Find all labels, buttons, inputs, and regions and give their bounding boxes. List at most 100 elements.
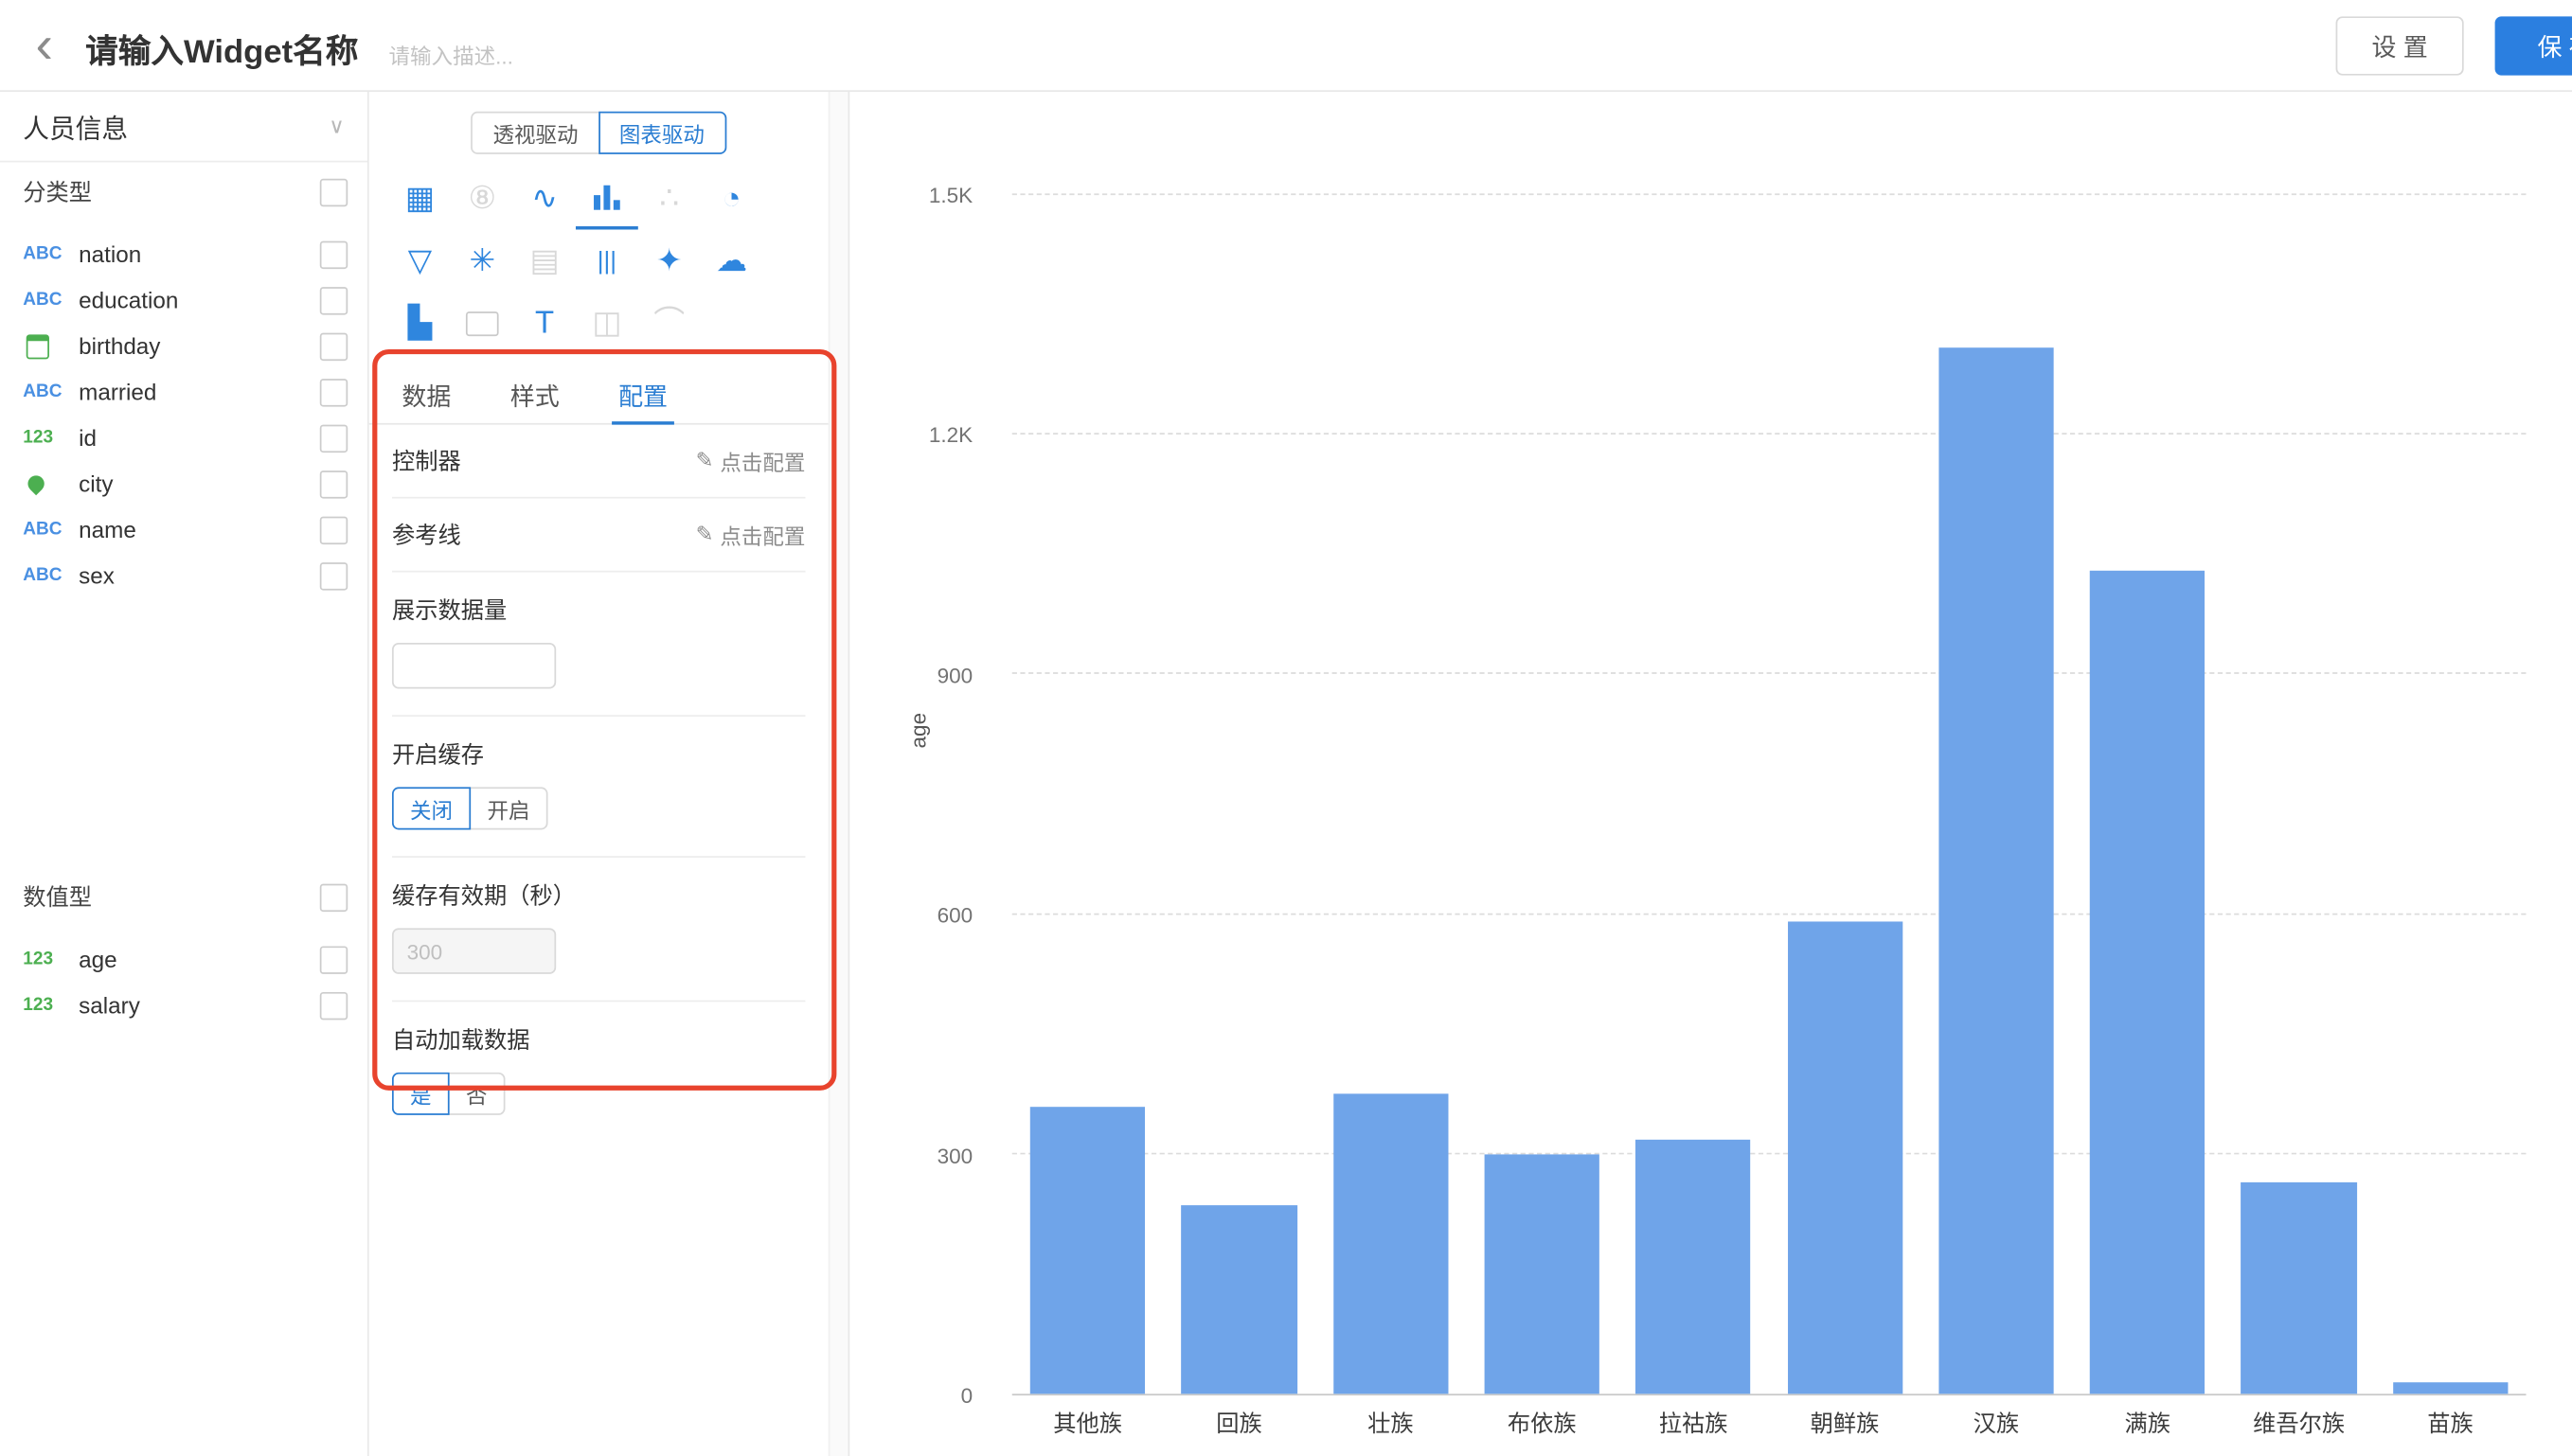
x-tick-label: 壮族 [1314, 1407, 1466, 1440]
richtext-icon[interactable]: T [513, 292, 576, 354]
controller-configure-link[interactable]: ✎ 点击配置 [696, 445, 806, 476]
field-checkbox[interactable] [320, 470, 348, 497]
tab-data[interactable]: 数据 [402, 367, 451, 423]
bar-布依族[interactable] [1466, 195, 1617, 1394]
widget-name-input[interactable]: 请输入Widget名称 [85, 25, 358, 72]
bar-其他族[interactable] [1012, 195, 1164, 1394]
sidebar-field-education[interactable]: ABCeducation [0, 277, 367, 323]
bar-rect [1485, 1154, 1599, 1394]
settings-button[interactable]: 设 置 [2336, 16, 2464, 75]
field-name: birthday [79, 333, 160, 360]
bar-朝鲜族[interactable] [1769, 195, 1920, 1394]
config-panel: 透视驱动图表驱动 ▦⑧∿ ∴◔ ▽✳▤|||✦ ☁ ▙ T◫⌒ 数据 样式 配置 控制器 ✎ … [369, 90, 829, 1456]
controller-action-label: 点击配置 [720, 445, 805, 476]
edit-icon: ✎ [696, 448, 714, 474]
radar-chart-icon[interactable]: ✳ [451, 229, 513, 292]
y-tick-label: 300 [938, 1143, 973, 1167]
speedometer-icon[interactable]: ⌒ [638, 292, 701, 354]
treemap-icon[interactable]: ▤ [513, 229, 576, 292]
field-type: ABC [23, 244, 79, 264]
sidebar-field-age[interactable]: 123age [0, 936, 367, 983]
bar-拉祜族[interactable] [1617, 195, 1769, 1394]
sidebar-field-sex[interactable]: ABCsex [0, 553, 367, 598]
bar-rect [1787, 922, 1902, 1394]
iframe-icon[interactable] [451, 292, 513, 354]
widget-description-input[interactable]: 请输入描述... [389, 40, 513, 71]
bar-rect [1182, 1206, 1296, 1394]
sidebar-field-birthday[interactable]: birthday [0, 323, 367, 368]
save-button[interactable]: 保 存 [2495, 16, 2572, 75]
field-checkbox[interactable] [320, 991, 348, 1019]
cache-toggle: 关闭开启 [392, 787, 805, 829]
display-count-block: 展示数据量 [392, 573, 805, 717]
sidebar-section: 数值型123age123salary [0, 867, 367, 1028]
pie-chart-icon[interactable]: ◔ [701, 168, 763, 230]
controller-row: 控制器 ✎ 点击配置 [392, 425, 805, 499]
field-type: 123 [23, 950, 79, 969]
controller-label: 控制器 [392, 444, 461, 477]
cache-expire-label: 缓存有效期（秒） [392, 879, 805, 912]
field-checkbox[interactable] [320, 240, 348, 268]
bar-维吾尔族[interactable] [2224, 195, 2375, 1394]
cache-expire-block: 缓存有效期（秒） [392, 858, 805, 1002]
bar-回族[interactable] [1164, 195, 1315, 1394]
bar-汉族[interactable] [1920, 195, 2072, 1394]
field-type: ABC [23, 566, 79, 586]
bar-rect [1333, 1094, 1448, 1394]
field-checkbox[interactable] [320, 286, 348, 313]
chevron-down-icon[interactable]: ∨ [329, 113, 344, 139]
tab-config[interactable]: 配置 [618, 367, 668, 423]
field-checkbox[interactable] [320, 424, 348, 452]
waterfall-chart-icon[interactable]: ▙ [389, 292, 452, 354]
bar-rect [1635, 1140, 1750, 1394]
scatter-chart-icon[interactable]: ∴ [638, 168, 701, 230]
panel-scrollbar[interactable] [829, 90, 850, 1456]
cache-option-0[interactable]: 关闭 [392, 787, 471, 829]
sidebar-field-id[interactable]: 123id [0, 415, 367, 460]
field-checkbox[interactable] [320, 946, 348, 973]
display-count-label: 展示数据量 [392, 594, 805, 627]
sidebar-field-nation[interactable]: ABCnation [0, 231, 367, 276]
section-checkbox[interactable] [320, 883, 348, 911]
bar-chart-icon[interactable] [576, 168, 638, 230]
field-checkbox[interactable] [320, 516, 348, 543]
field-checkbox[interactable] [320, 378, 348, 405]
display-count-input[interactable] [392, 643, 556, 688]
field-checkbox[interactable] [320, 332, 348, 360]
cache-option-1[interactable]: 开启 [469, 787, 547, 829]
parallel-chart-icon[interactable]: ||| [576, 229, 638, 292]
data-source-header[interactable]: 人员信息 ∨ [0, 90, 367, 162]
cache-block: 开启缓存 关闭开启 [392, 717, 805, 858]
x-tick-label: 其他族 [1012, 1407, 1164, 1440]
section-checkbox[interactable] [320, 178, 348, 205]
bar-壮族[interactable] [1314, 195, 1466, 1394]
back-button[interactable]: ‹ [16, 9, 72, 79]
bar-满族[interactable] [2072, 195, 2224, 1394]
sidebar-field-married[interactable]: ABCmarried [0, 369, 367, 415]
field-name: nation [79, 241, 141, 268]
wordcloud-icon-glyph: ☁ [716, 245, 747, 276]
table-chart-icon[interactable]: ▦ [389, 168, 452, 230]
field-type: ABC [23, 520, 79, 540]
reference-line-row: 参考线 ✎ 点击配置 [392, 499, 805, 573]
funnel-chart-icon[interactable]: ▽ [389, 229, 452, 292]
mode-pivot-button[interactable]: 透视驱动 [472, 112, 599, 154]
scorecard-icon[interactable]: ⑧ [451, 168, 513, 230]
bar-苗族[interactable] [2375, 195, 2527, 1394]
cache-expire-input[interactable] [392, 928, 556, 973]
mode-chart-button[interactable]: 图表驱动 [598, 112, 725, 154]
map-chart-icon[interactable]: ✦ [638, 229, 701, 292]
tab-style[interactable]: 样式 [510, 367, 560, 423]
gauge-icon[interactable]: ◫ [576, 292, 638, 354]
x-tick-label: 朝鲜族 [1769, 1407, 1920, 1440]
field-checkbox[interactable] [320, 561, 348, 589]
bar-rect [2090, 571, 2205, 1394]
autoload-option-1[interactable]: 否 [448, 1073, 506, 1115]
sidebar-field-name[interactable]: ABCname [0, 506, 367, 552]
wordcloud-icon[interactable]: ☁ [701, 229, 763, 292]
line-chart-icon[interactable]: ∿ [513, 168, 576, 230]
reference-line-configure-link[interactable]: ✎ 点击配置 [696, 519, 806, 550]
sidebar-field-salary[interactable]: 123salary [0, 983, 367, 1028]
autoload-option-0[interactable]: 是 [392, 1073, 450, 1115]
sidebar-field-city[interactable]: city [0, 461, 367, 506]
